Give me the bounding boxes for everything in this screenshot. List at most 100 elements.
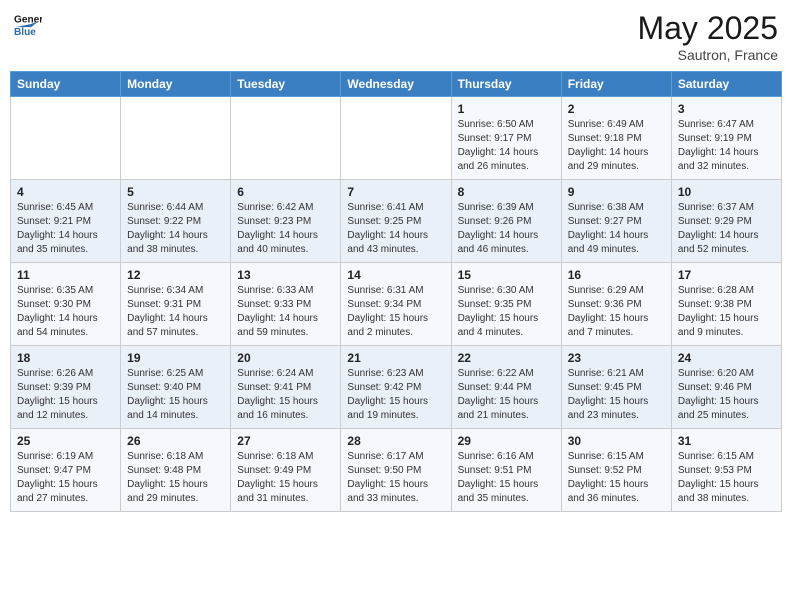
calendar-cell: 30 Sunrise: 6:15 AM Sunset: 9:52 PM Dayli… (561, 429, 671, 512)
day-number: 19 (127, 351, 224, 365)
calendar-cell: 16Sunrise: 6:29 AM Sunset: 9:36 PM Dayli… (561, 263, 671, 346)
day-content: Sunrise: 6:37 AM Sunset: 9:29 PM Dayligh… (678, 201, 775, 257)
calendar-cell: 14 Sunrise: 6:31 AM Sunset: 9:34 PM Dayli… (341, 263, 451, 346)
calendar-cell: 1 Sunrise: 6:50 AM Sunset: 9:17 PM Daylig… (451, 97, 561, 180)
day-number: 22 (458, 351, 555, 365)
day-content: Sunrise: 6:18 AM Sunset: 9:48 PM Dayligh… (127, 450, 224, 506)
svg-text:General: General (14, 14, 42, 25)
day-content: Sunrise: 6:50 AM Sunset: 9:17 PM Dayligh… (458, 118, 555, 174)
calendar-header: SundayMondayTuesdayWednesdayThursdayFrid… (11, 72, 782, 97)
day-number: 1 (458, 102, 555, 116)
day-number: 9 (568, 185, 665, 199)
calendar-cell: 12 Sunrise: 6:34 AM Sunset: 9:31 PM Dayli… (121, 263, 231, 346)
day-content: Sunrise: 6:24 AM Sunset: 9:41 PM Dayligh… (237, 367, 334, 423)
day-content: Sunrise: 6:21 AM Sunset: 9:45 PM Dayligh… (568, 367, 665, 423)
calendar-cell: 7 Sunrise: 6:41 AM Sunset: 9:25 PM Daylig… (341, 180, 451, 263)
title-block: May 2025 Sautron, France (637, 10, 778, 63)
page-header: General Blue May 2025 Sautron, France (10, 10, 782, 63)
day-content: Sunrise: 6:23 AM Sunset: 9:42 PM Dayligh… (347, 367, 444, 423)
day-number: 30 (568, 434, 665, 448)
day-content: Sunrise: 6:34 AM Sunset: 9:31 PM Dayligh… (127, 284, 224, 340)
calendar-cell (11, 97, 121, 180)
day-number: 29 (458, 434, 555, 448)
day-number: 31 (678, 434, 775, 448)
calendar-cell (341, 97, 451, 180)
calendar-cell: 31 Sunrise: 6:15 AM Sunset: 9:53 PM Dayli… (671, 429, 781, 512)
weekday-header-sunday: Sunday (11, 72, 121, 97)
day-number: 11 (17, 268, 114, 282)
day-content: Sunrise: 6:26 AM Sunset: 9:39 PM Dayligh… (17, 367, 114, 423)
day-content: Sunrise: 6:38 AM Sunset: 9:27 PM Dayligh… (568, 201, 665, 257)
day-number: 18 (17, 351, 114, 365)
day-number: 25 (17, 434, 114, 448)
calendar-week-2: 4Sunrise: 6:45 AM Sunset: 9:21 PM Daylig… (11, 180, 782, 263)
day-number: 26 (127, 434, 224, 448)
day-number: 4 (17, 185, 114, 199)
weekday-header-wednesday: Wednesday (341, 72, 451, 97)
day-content: Sunrise: 6:15 AM Sunset: 9:52 PM Dayligh… (568, 450, 665, 506)
day-content: Sunrise: 6:42 AM Sunset: 9:23 PM Dayligh… (237, 201, 334, 257)
calendar-cell: 18 Sunrise: 6:26 AM Sunset: 9:39 PM Dayli… (11, 346, 121, 429)
day-content: Sunrise: 6:31 AM Sunset: 9:34 PM Dayligh… (347, 284, 444, 340)
day-number: 14 (347, 268, 444, 282)
day-number: 21 (347, 351, 444, 365)
calendar-cell: 17 Sunrise: 6:28 AM Sunset: 9:38 PM Dayli… (671, 263, 781, 346)
calendar-body: 1 Sunrise: 6:50 AM Sunset: 9:17 PM Daylig… (11, 97, 782, 512)
day-number: 24 (678, 351, 775, 365)
calendar-week-1: 1 Sunrise: 6:50 AM Sunset: 9:17 PM Daylig… (11, 97, 782, 180)
calendar-cell: 25 Sunrise: 6:19 AM Sunset: 9:47 PM Dayli… (11, 429, 121, 512)
day-number: 10 (678, 185, 775, 199)
calendar-cell: 27 Sunrise: 6:18 AM Sunset: 9:49 PM Dayli… (231, 429, 341, 512)
weekday-header-tuesday: Tuesday (231, 72, 341, 97)
day-number: 3 (678, 102, 775, 116)
day-number: 15 (458, 268, 555, 282)
day-content: Sunrise: 6:25 AM Sunset: 9:40 PM Dayligh… (127, 367, 224, 423)
calendar-cell: 2 Sunrise: 6:49 AM Sunset: 9:18 PM Daylig… (561, 97, 671, 180)
day-content: Sunrise: 6:18 AM Sunset: 9:49 PM Dayligh… (237, 450, 334, 506)
calendar-cell: 20 Sunrise: 6:24 AM Sunset: 9:41 PM Dayli… (231, 346, 341, 429)
calendar-cell (121, 97, 231, 180)
day-content: Sunrise: 6:17 AM Sunset: 9:50 PM Dayligh… (347, 450, 444, 506)
day-number: 16 (568, 268, 665, 282)
day-content: Sunrise: 6:16 AM Sunset: 9:51 PM Dayligh… (458, 450, 555, 506)
day-content: Sunrise: 6:20 AM Sunset: 9:46 PM Dayligh… (678, 367, 775, 423)
day-number: 2 (568, 102, 665, 116)
day-number: 20 (237, 351, 334, 365)
day-number: 27 (237, 434, 334, 448)
calendar-cell: 8Sunrise: 6:39 AM Sunset: 9:26 PM Daylig… (451, 180, 561, 263)
calendar-cell: 10 Sunrise: 6:37 AM Sunset: 9:29 PM Dayli… (671, 180, 781, 263)
month-title: May 2025 (637, 10, 778, 47)
weekday-header-thursday: Thursday (451, 72, 561, 97)
weekday-header-monday: Monday (121, 72, 231, 97)
day-number: 7 (347, 185, 444, 199)
location-subtitle: Sautron, France (637, 47, 778, 63)
calendar-cell: 28Sunrise: 6:17 AM Sunset: 9:50 PM Dayli… (341, 429, 451, 512)
calendar-cell: 23Sunrise: 6:21 AM Sunset: 9:45 PM Dayli… (561, 346, 671, 429)
calendar-cell: 4Sunrise: 6:45 AM Sunset: 9:21 PM Daylig… (11, 180, 121, 263)
day-content: Sunrise: 6:19 AM Sunset: 9:47 PM Dayligh… (17, 450, 114, 506)
day-content: Sunrise: 6:33 AM Sunset: 9:33 PM Dayligh… (237, 284, 334, 340)
calendar-cell: 9 Sunrise: 6:38 AM Sunset: 9:27 PM Daylig… (561, 180, 671, 263)
day-content: Sunrise: 6:28 AM Sunset: 9:38 PM Dayligh… (678, 284, 775, 340)
weekday-header-saturday: Saturday (671, 72, 781, 97)
calendar-cell: 13Sunrise: 6:33 AM Sunset: 9:33 PM Dayli… (231, 263, 341, 346)
day-number: 12 (127, 268, 224, 282)
day-content: Sunrise: 6:41 AM Sunset: 9:25 PM Dayligh… (347, 201, 444, 257)
calendar-table: SundayMondayTuesdayWednesdayThursdayFrid… (10, 71, 782, 512)
day-content: Sunrise: 6:49 AM Sunset: 9:18 PM Dayligh… (568, 118, 665, 174)
calendar-cell: 19 Sunrise: 6:25 AM Sunset: 9:40 PM Dayli… (121, 346, 231, 429)
calendar-week-5: 25 Sunrise: 6:19 AM Sunset: 9:47 PM Dayli… (11, 429, 782, 512)
calendar-cell: 26 Sunrise: 6:18 AM Sunset: 9:48 PM Dayli… (121, 429, 231, 512)
logo: General Blue (14, 10, 44, 38)
weekday-header-friday: Friday (561, 72, 671, 97)
calendar-cell: 3 Sunrise: 6:47 AM Sunset: 9:19 PM Daylig… (671, 97, 781, 180)
day-content: Sunrise: 6:15 AM Sunset: 9:53 PM Dayligh… (678, 450, 775, 506)
day-content: Sunrise: 6:47 AM Sunset: 9:19 PM Dayligh… (678, 118, 775, 174)
day-number: 17 (678, 268, 775, 282)
logo-icon: General Blue (14, 10, 42, 38)
calendar-cell: 5Sunrise: 6:44 AM Sunset: 9:22 PM Daylig… (121, 180, 231, 263)
calendar-week-4: 18 Sunrise: 6:26 AM Sunset: 9:39 PM Dayli… (11, 346, 782, 429)
day-number: 8 (458, 185, 555, 199)
day-content: Sunrise: 6:44 AM Sunset: 9:22 PM Dayligh… (127, 201, 224, 257)
calendar-cell: 22Sunrise: 6:22 AM Sunset: 9:44 PM Dayli… (451, 346, 561, 429)
